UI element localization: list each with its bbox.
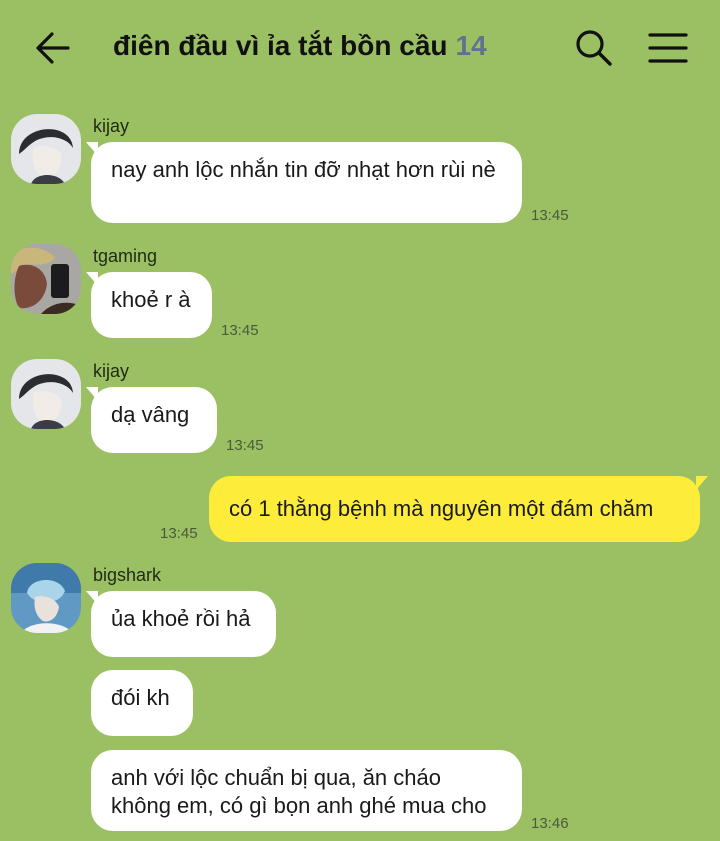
message-bubble[interactable]: nay anh lộc nhắn tin đỡ nhạt hơn rùi nè [91, 142, 522, 223]
sender-name: kijay [93, 361, 130, 381]
message-bubble[interactable]: dạ vâng [91, 387, 217, 453]
sender-name: bigshark [93, 565, 162, 585]
message-timestamp: 13:45 [531, 207, 569, 224]
avatar-tgaming[interactable] [11, 244, 81, 314]
message-timestamp: 13:45 [221, 322, 259, 339]
message-timestamp: 13:45 [226, 437, 264, 454]
avatar-kijay[interactable] [11, 359, 81, 429]
arrow-left-icon [36, 32, 70, 64]
sender-name: tgaming [93, 246, 158, 266]
message-timestamp: 13:45 [160, 525, 198, 542]
search-button[interactable] [572, 26, 616, 70]
chat-title: điên đầu vì ỉa tắt bồn cầu [113, 30, 448, 61]
avatar-bigshark[interactable] [11, 563, 81, 633]
my-message-bubble[interactable]: có 1 thằng bệnh mà nguyên một đám chăm [209, 476, 700, 542]
message-timestamp: 13:46 [531, 815, 569, 832]
search-icon [576, 30, 612, 66]
message-bubble[interactable]: khoẻ r à [91, 272, 212, 338]
message-bubble[interactable]: anh với lộc chuẩn bị qua, ăn cháo không … [91, 750, 522, 831]
back-button[interactable] [30, 26, 78, 70]
menu-button[interactable] [646, 28, 690, 68]
message-bubble[interactable]: đói kh [91, 670, 193, 736]
message-bubble[interactable]: ủa khoẻ rồi hả [91, 591, 276, 657]
member-count: 14 [455, 30, 487, 61]
sender-name: kijay [93, 116, 130, 136]
chat-header: điên đầu vì ỉa tắt bồn cầu 14 [0, 0, 720, 96]
chat-title-group[interactable]: điên đầu vì ỉa tắt bồn cầu 14 [113, 30, 487, 66]
avatar-kijay[interactable] [11, 114, 81, 184]
bubble-tail [696, 476, 708, 490]
hamburger-menu-icon [648, 33, 688, 63]
